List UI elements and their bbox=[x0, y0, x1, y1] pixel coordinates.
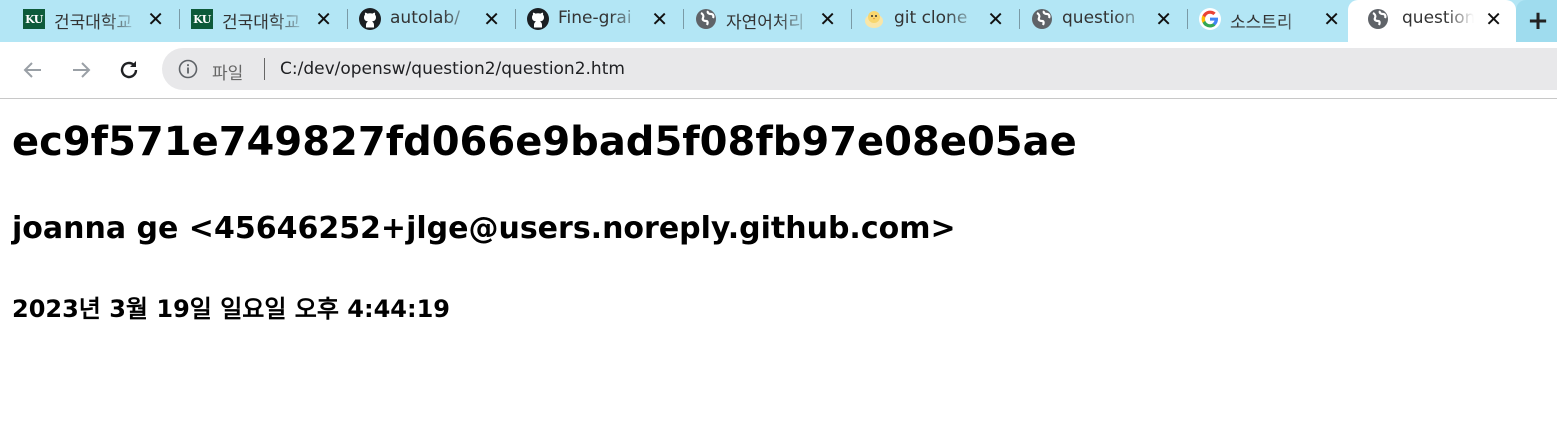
ku-logo-icon: KU bbox=[22, 7, 46, 31]
page-content: ec9f571e749827fd066e9bad5f08fb97e08e05ae… bbox=[0, 99, 1557, 438]
commit-hash-heading: ec9f571e749827fd066e9bad5f08fb97e08e05ae bbox=[12, 119, 1077, 165]
tab-fine-grained[interactable]: Fine-grai ✕ bbox=[504, 0, 684, 38]
back-button[interactable] bbox=[18, 55, 48, 85]
chick-icon bbox=[862, 7, 886, 31]
google-icon bbox=[1198, 7, 1222, 31]
scheme-label: 파일 bbox=[212, 64, 244, 84]
tab-title: 건국대학교 bbox=[222, 13, 301, 33]
close-icon[interactable]: ✕ bbox=[1323, 8, 1340, 30]
tab-nlp[interactable]: 자연어처리 ✕ bbox=[672, 0, 852, 38]
arrow-left-icon bbox=[23, 62, 41, 78]
tab-question-active[interactable]: question ✕ bbox=[1348, 0, 1516, 44]
address-bar[interactable]: 파일 C:/dev/opensw/question2/question2.htm bbox=[162, 48, 1557, 90]
close-icon[interactable]: ✕ bbox=[147, 8, 164, 30]
arrow-right-icon bbox=[73, 62, 91, 78]
close-icon[interactable]: ✕ bbox=[651, 8, 668, 30]
url-text[interactable]: C:/dev/opensw/question2/question2.htm bbox=[280, 59, 625, 79]
reload-icon bbox=[120, 61, 138, 79]
globe-icon bbox=[1366, 7, 1390, 31]
tab-title: Fine-grai bbox=[558, 8, 632, 28]
close-icon[interactable]: ✕ bbox=[483, 8, 500, 30]
close-icon[interactable]: ✕ bbox=[1155, 8, 1172, 30]
globe-icon bbox=[694, 7, 718, 31]
tab-title: 건국대학교 bbox=[54, 13, 133, 33]
close-icon[interactable]: ✕ bbox=[315, 8, 332, 30]
close-icon[interactable]: ✕ bbox=[819, 8, 836, 30]
close-icon[interactable]: ✕ bbox=[987, 8, 1004, 30]
tab-title: git clone bbox=[894, 8, 968, 28]
scheme-separator bbox=[264, 58, 265, 80]
forward-button[interactable] bbox=[66, 55, 96, 85]
reload-button[interactable] bbox=[114, 55, 144, 85]
browser-toolbar: 파일 C:/dev/opensw/question2/question2.htm bbox=[0, 42, 1557, 99]
tab-strip: KU 건국대학교 ✕ KU 건국대학교 ✕ autolab/ ✕ Fine-gr… bbox=[0, 0, 1557, 44]
tab-git-clone[interactable]: git clone ✕ bbox=[840, 0, 1020, 38]
tab-title: autolab/ bbox=[390, 8, 460, 28]
author-heading: joanna ge <45646252+jlge@users.noreply.g… bbox=[12, 211, 956, 246]
info-icon[interactable] bbox=[178, 59, 198, 79]
tab-sourcetree[interactable]: 소스트리 ✕ bbox=[1176, 0, 1356, 38]
new-tab-button[interactable]: + bbox=[1518, 0, 1557, 42]
github-icon bbox=[358, 7, 382, 31]
tab-title: question bbox=[1402, 8, 1474, 28]
tab-autolab[interactable]: autolab/ ✕ bbox=[336, 0, 516, 38]
close-icon[interactable]: ✕ bbox=[1485, 8, 1502, 30]
tab-title: question bbox=[1062, 8, 1136, 28]
tab-title: 소스트리 bbox=[1230, 13, 1293, 33]
tab-question[interactable]: question ✕ bbox=[1008, 0, 1188, 38]
tab-kku-1[interactable]: KU 건국대학교 ✕ bbox=[0, 0, 180, 38]
ku-logo-icon: KU bbox=[190, 7, 214, 31]
tab-kku-2[interactable]: KU 건국대학교 ✕ bbox=[168, 0, 348, 38]
tab-title: 자연어처리 bbox=[726, 13, 805, 33]
github-icon bbox=[526, 7, 550, 31]
date-heading: 2023년 3월 19일 일요일 오후 4:44:19 bbox=[12, 295, 451, 323]
globe-icon bbox=[1030, 7, 1054, 31]
